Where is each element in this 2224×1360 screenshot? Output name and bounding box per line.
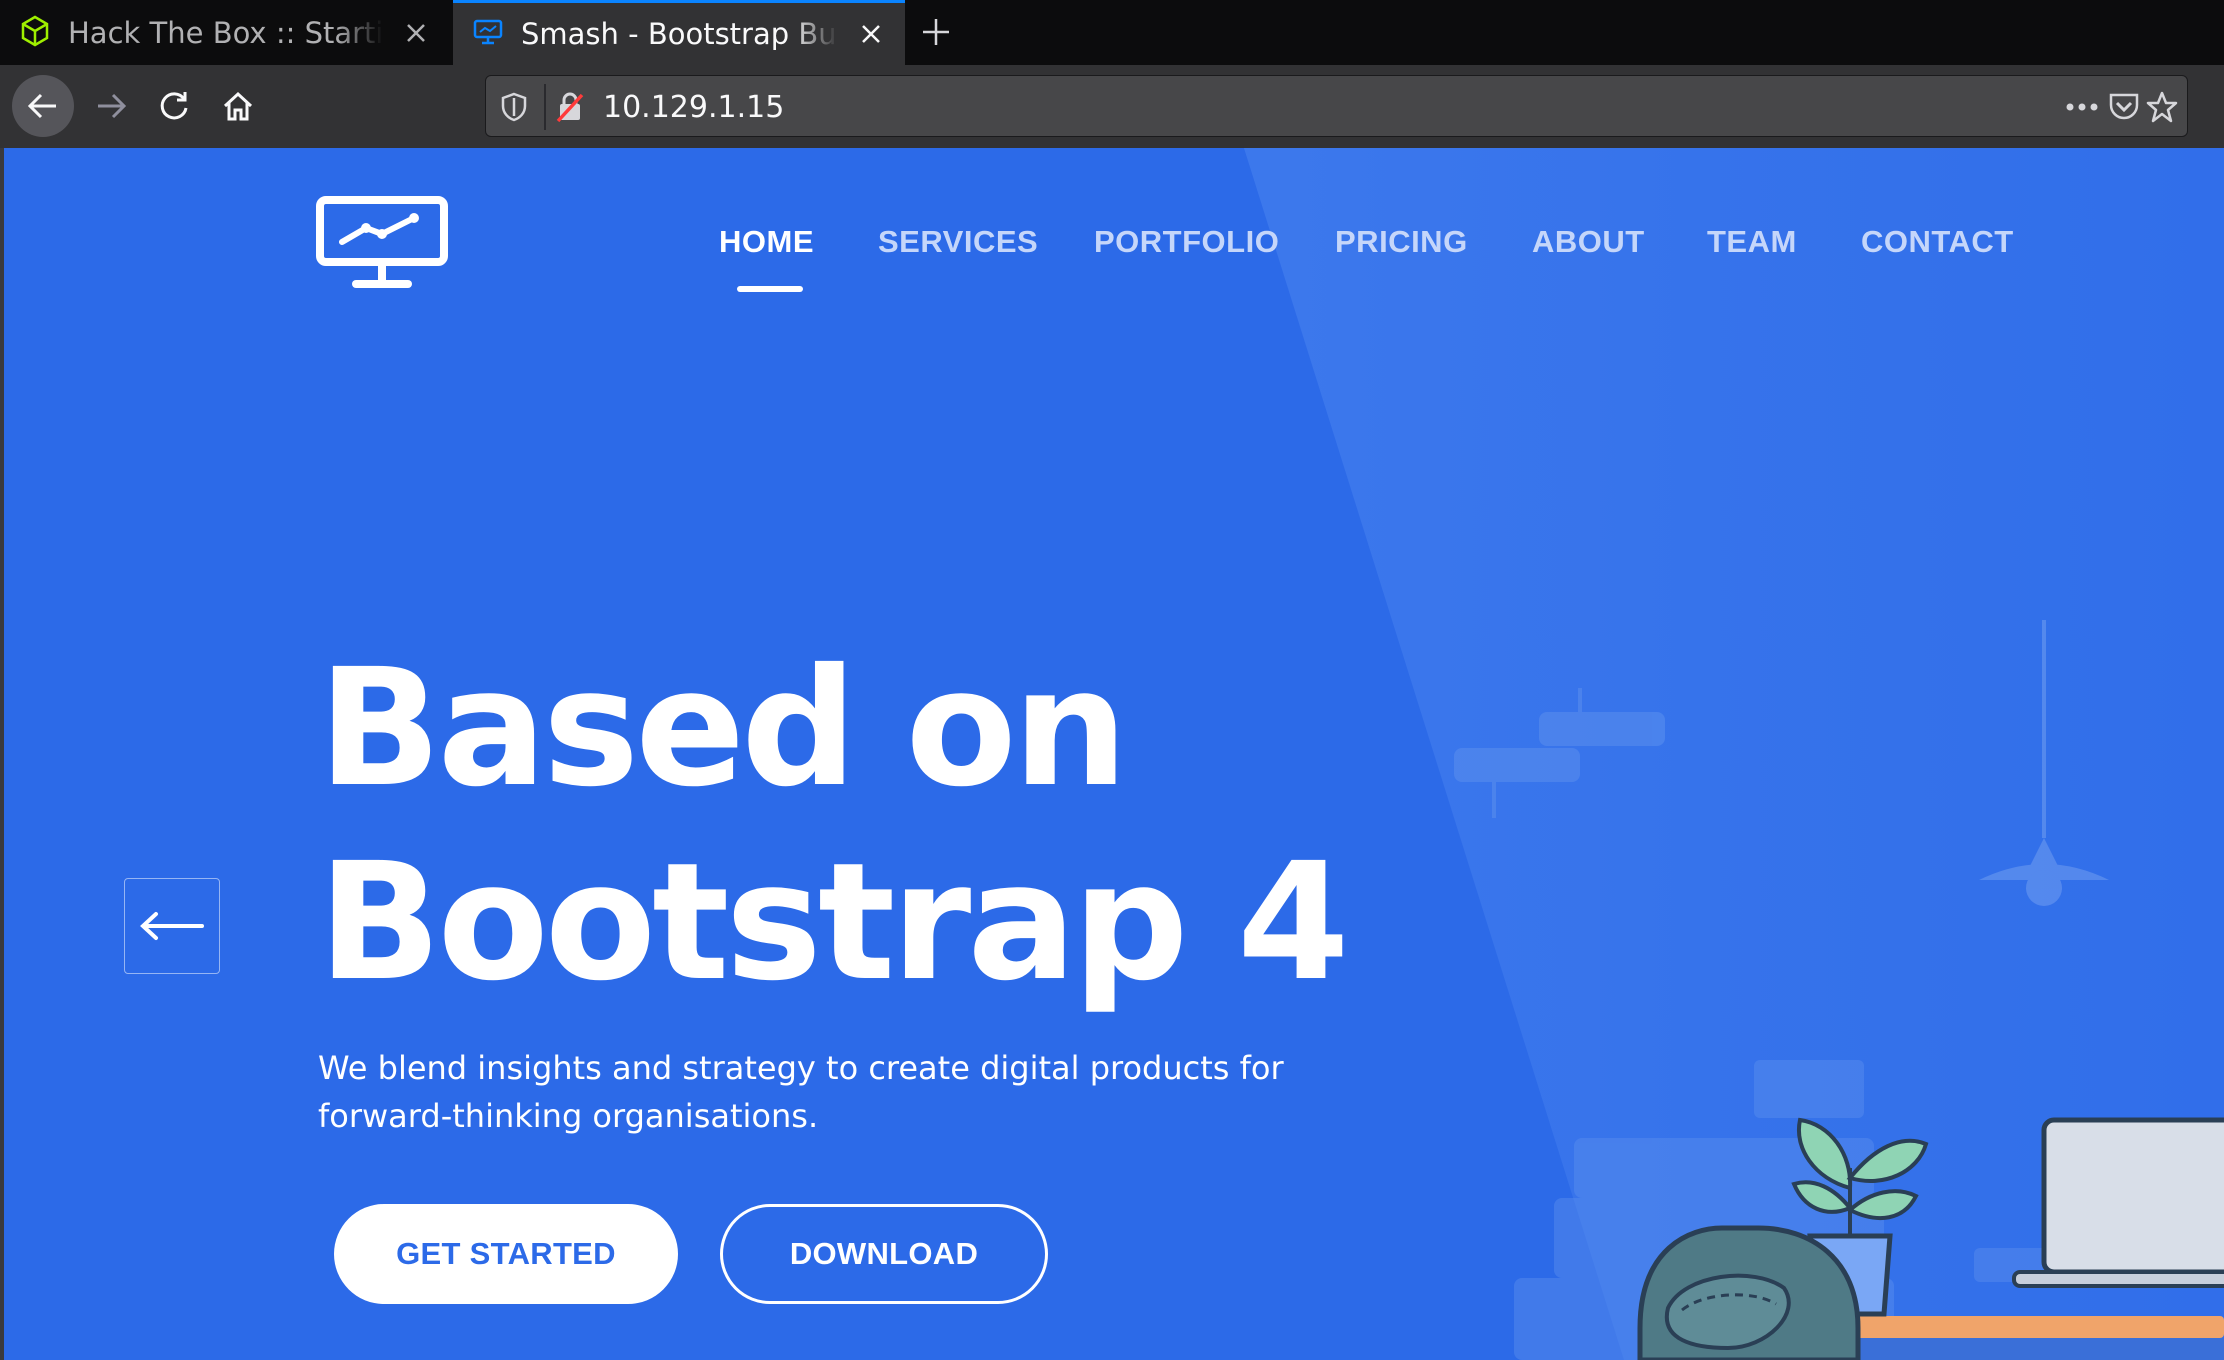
forward-button[interactable] [80,75,142,137]
nav-home[interactable]: HOME [719,224,814,260]
monitor-chart-icon [473,19,503,49]
plus-icon [923,19,949,45]
hero-title: Based on Bootstrap 4 [318,632,1518,1020]
nav-contact[interactable]: CONTACT [1861,224,2014,260]
download-button[interactable]: DOWNLOAD [720,1204,1048,1304]
nav-portfolio[interactable]: PORTFOLIO [1094,224,1279,260]
close-tab-icon[interactable] [856,19,885,49]
wall-shelves [1454,688,1665,818]
address-bar[interactable]: 10.129.1.15 [485,75,2188,137]
browser-toolbar: 10.129.1.15 [0,65,2224,148]
bookmark-star-icon[interactable] [2144,89,2180,125]
nav-services[interactable]: SERVICES [878,224,1038,260]
tab-title: Hack The Box :: Starting Point [68,15,384,50]
laptop [2012,1117,2224,1288]
main-nav: HOME SERVICES PORTFOLIO PRICING ABOUT TE… [4,224,2224,264]
page-viewport: HOME SERVICES PORTFOLIO PRICING ABOUT TE… [4,148,2224,1360]
nav-pricing[interactable]: PRICING [1335,224,1468,260]
more-actions-icon[interactable] [2064,89,2100,125]
new-tab-button[interactable] [912,8,960,56]
reload-icon [160,92,188,120]
shield-icon[interactable] [496,89,532,125]
tab-strip: Hack The Box :: Starting Point Smash - B… [0,0,2224,65]
get-started-button[interactable]: GET STARTED [334,1204,678,1304]
nav-team[interactable]: TEAM [1707,224,1797,260]
carousel-prev-button[interactable] [124,878,220,974]
pocket-icon[interactable] [2106,89,2142,125]
hero-title-line-2: Bootstrap 4 [318,829,1350,1017]
home-icon [223,91,253,121]
hero-subtitle: We blend insights and strategy to create… [318,1049,1284,1135]
home-button[interactable] [207,75,269,137]
url-text: 10.129.1.15 [603,90,785,125]
arrow-left-icon [27,93,56,119]
tab-smash[interactable]: Smash - Bootstrap Business Template [453,0,905,65]
pendant-lamp [1979,620,2109,906]
active-nav-indicator [737,286,803,292]
arrow-right-icon [98,93,127,119]
tab-hack-the-box[interactable]: Hack The Box :: Starting Point [0,0,450,65]
hero-title-line-1: Based on [318,635,1128,823]
back-button[interactable] [12,75,74,137]
reload-button[interactable] [143,75,205,137]
close-tab-icon[interactable] [401,18,430,48]
hero-illustration [1454,620,2224,1360]
url-separator [544,84,546,130]
backpack [1637,1225,1861,1360]
insecure-lock-icon[interactable] [552,89,588,125]
nav-about[interactable]: ABOUT [1532,224,1645,260]
tab-title: Smash - Bootstrap Business Template [521,17,838,51]
htb-cube-icon [20,15,50,51]
arrow-left-icon [140,912,204,940]
